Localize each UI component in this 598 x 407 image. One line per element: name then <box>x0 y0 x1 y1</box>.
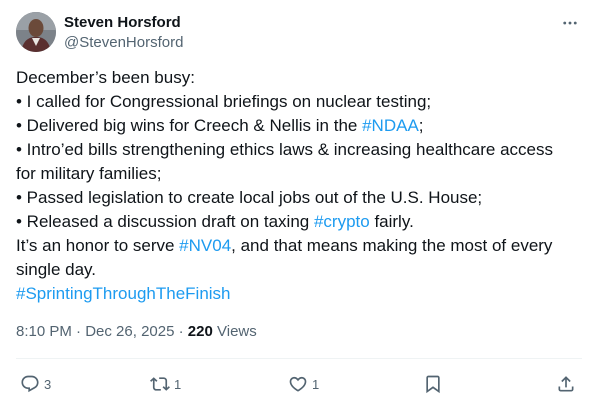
views-count: 220 <box>187 323 213 340</box>
tweet-text-line: December’s been busy: <box>16 66 588 90</box>
repost-icon <box>150 377 170 391</box>
like-count: 1 <box>312 376 320 392</box>
tweet-text-segment: It’s an honor to serve <box>16 236 180 255</box>
more-icon <box>563 21 577 25</box>
tweet-text-segment: • Released a discussion draft on taxing <box>16 212 314 231</box>
bookmark-icon <box>426 375 440 394</box>
bookmark-button[interactable] <box>423 372 443 396</box>
divider <box>16 358 582 359</box>
views-label: Views <box>217 323 257 340</box>
reply-icon <box>21 375 39 393</box>
tweet-text-segment: ; <box>418 116 424 135</box>
tweet-card: Steven Horsford @StevenHorsford December… <box>0 0 598 407</box>
reply-button[interactable]: 3 <box>20 372 51 396</box>
tweet-text-line: It’s an honor to serve #NV04, and that m… <box>16 234 588 258</box>
author-handle[interactable]: @StevenHorsford <box>64 33 183 53</box>
hashtag-link[interactable]: #SprintingThroughTheFinish <box>16 284 231 303</box>
avatar[interactable] <box>16 12 56 52</box>
avatar-image <box>16 12 56 52</box>
tweet-text-line: • Released a discussion draft on taxing … <box>16 210 588 234</box>
tweet-text-segment: for military families; <box>16 164 162 183</box>
meta-separator: · <box>178 323 184 340</box>
tweet-text: December’s been busy: • I called for Cong… <box>16 66 588 306</box>
tweet-text-segment: single day. <box>16 260 97 279</box>
tweet-text-line: • Delivered big wins for Creech & Nellis… <box>16 114 588 138</box>
repost-button[interactable]: 1 <box>150 372 181 396</box>
tweet-text-line: • Intro’ed bills strengthening ethics la… <box>16 138 588 162</box>
tweet-meta: 8:10 PM · Dec 26, 2025 · 220 Views <box>16 322 257 342</box>
tweet-text-segment: • Intro’ed bills strengthening ethics la… <box>16 140 554 159</box>
more-options-button[interactable] <box>556 12 584 34</box>
tweet-text-line: • I called for Congressional briefings o… <box>16 90 588 114</box>
repost-count: 1 <box>174 376 182 392</box>
tweet-time[interactable]: 8:10 PM <box>16 323 72 340</box>
tweet-text-line: • Passed legislation to create local job… <box>16 186 588 210</box>
hashtag-link[interactable]: #NV04 <box>179 236 231 255</box>
tweet-text-segment: , and that means making the most of ever… <box>231 236 553 255</box>
hashtag-link[interactable]: #crypto <box>314 212 370 231</box>
tweet-text-line: #SprintingThroughTheFinish <box>16 282 588 306</box>
like-button[interactable]: 1 <box>288 372 319 396</box>
tweet-text-segment: • Delivered big wins for Creech & Nellis… <box>16 116 363 135</box>
action-bar: 3 1 1 <box>16 372 582 396</box>
meta-separator: · <box>76 323 82 340</box>
tweet-date[interactable]: Dec 26, 2025 <box>85 323 174 340</box>
tweet-text-segment: fairly. <box>369 212 414 231</box>
tweet-text-segment: • I called for Congressional briefings o… <box>16 92 432 111</box>
tweet-header: Steven Horsford @StevenHorsford <box>16 12 584 54</box>
like-icon <box>289 376 307 392</box>
reply-count: 3 <box>44 376 52 392</box>
share-icon <box>558 376 574 392</box>
tweet-text-line: single day. <box>16 258 588 282</box>
tweet-text-segment: • Passed legislation to create local job… <box>16 188 483 207</box>
tweet-text-line: for military families; <box>16 162 588 186</box>
author-names: Steven Horsford @StevenHorsford <box>64 13 183 53</box>
share-button[interactable] <box>556 372 576 396</box>
author-display-name[interactable]: Steven Horsford <box>64 13 183 33</box>
hashtag-link[interactable]: #NDAA <box>362 116 419 135</box>
tweet-text-segment: December’s been busy: <box>16 68 195 87</box>
